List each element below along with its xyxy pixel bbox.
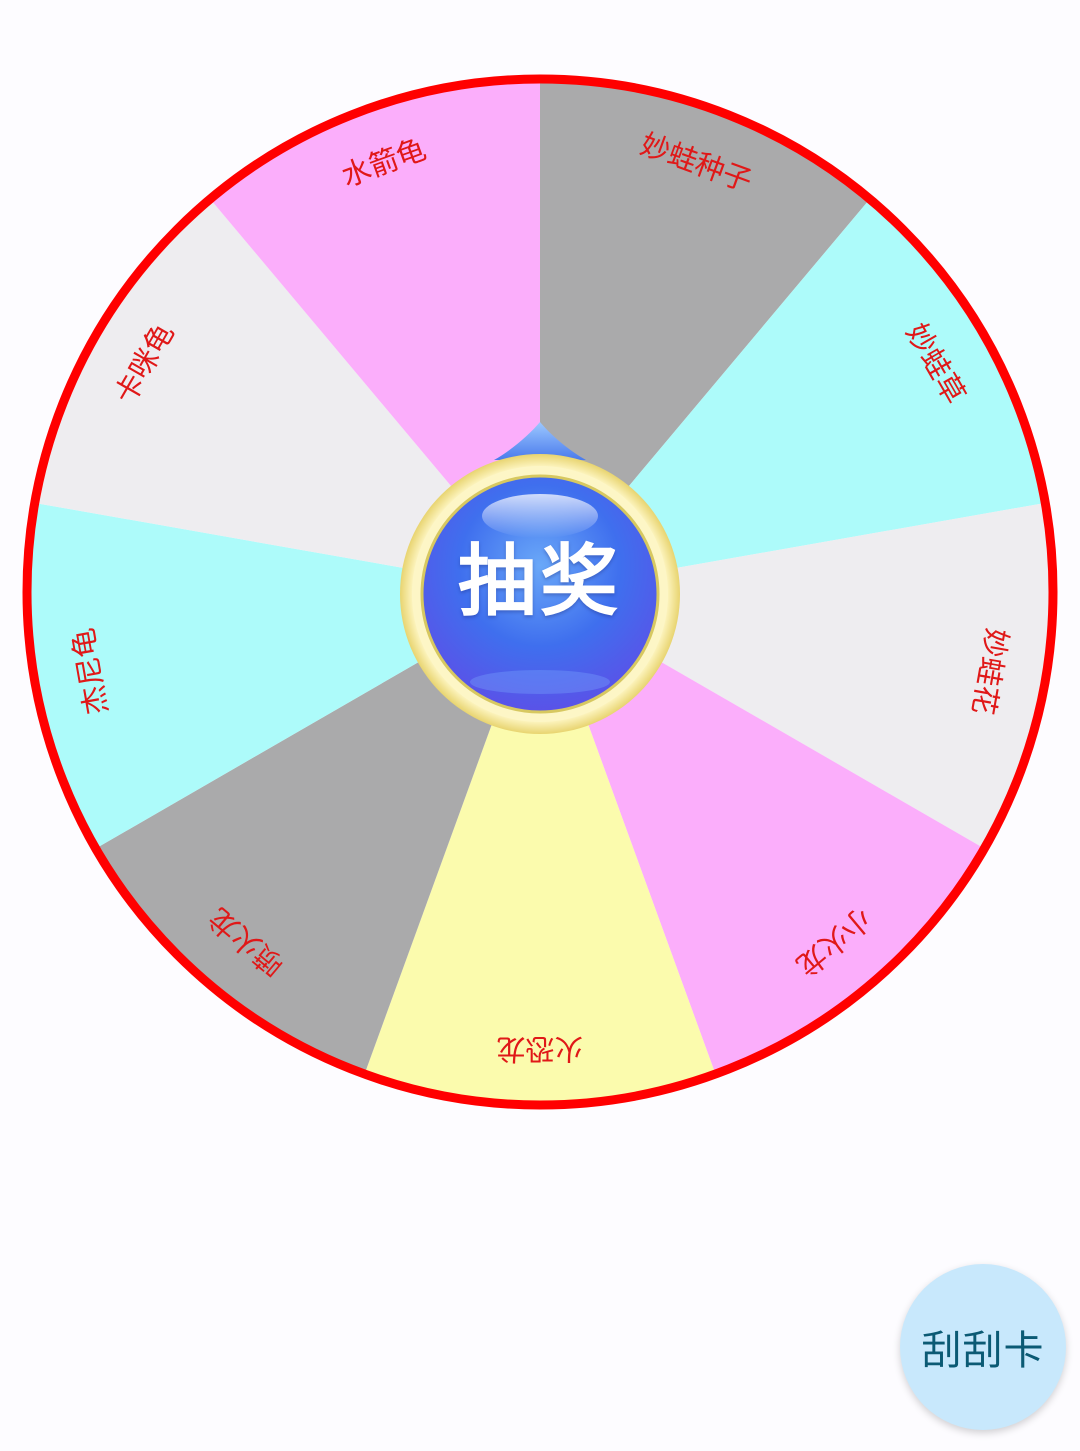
draw-button-label: 抽奖: [457, 537, 622, 627]
scratch-card-button[interactable]: 刮刮卡: [900, 1264, 1066, 1430]
scratch-card-label: 刮刮卡: [921, 1328, 1045, 1374]
lottery-screen: 妙蛙种子 妙蛙草 妙蛙花 小火龙 火恐龙 喷火龙 杰尼龟 卡咪龟 水箭龟 抽奖 …: [0, 0, 1080, 1451]
draw-button[interactable]: 抽奖: [400, 420, 680, 736]
wheel-segment-label: 火恐龙: [496, 1032, 583, 1066]
